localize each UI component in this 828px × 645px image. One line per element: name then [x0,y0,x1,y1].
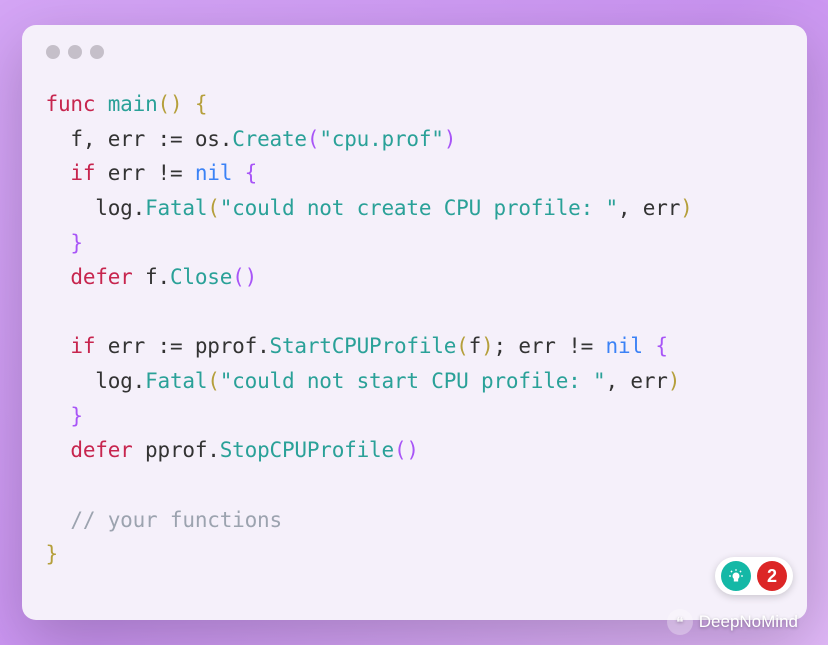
fn-fatal: Fatal [145,196,207,220]
traffic-dot-close [46,45,60,59]
errne: err != [95,161,195,185]
parens: () [158,92,183,116]
pprof: pprof [182,334,257,358]
bulb-icon [721,561,751,591]
dot: . [207,438,219,462]
dot: . [133,369,145,393]
assign: := [158,334,183,358]
comma-err: , err [618,196,680,220]
rparen: ) [444,127,456,151]
str-err1: "could not create CPU profile: " [220,196,618,220]
str-err2: "could not start CPU profile: " [220,369,606,393]
rbrace: } [46,231,83,255]
pprof: pprof [133,438,208,462]
lparen: ( [207,369,219,393]
kw-defer: defer [46,438,133,462]
notification-count: 2 [757,561,787,591]
lparen: ( [307,127,319,151]
lbrace: { [643,334,668,358]
rparen: ) [668,369,680,393]
os: os [182,127,219,151]
fn-stopcpu: StopCPUProfile [220,438,394,462]
dot: . [133,196,145,220]
traffic-lights [46,45,783,59]
lbrace: { [182,92,207,116]
kw-if: if [46,161,96,185]
watermark-logo-icon: ❝ [667,609,693,635]
rbrace: } [46,404,83,428]
parens: () [232,265,257,289]
rbrace-end: } [46,542,58,566]
code-content: func main() { f, err := os.Create("cpu.p… [46,87,783,572]
err: err [95,334,157,358]
fn-startcpu: StartCPUProfile [270,334,457,358]
semi-err: ; err != [494,334,606,358]
nil: nil [195,161,232,185]
traffic-dot-maximize [90,45,104,59]
rparen: ) [680,196,692,220]
lbrace: { [232,161,257,185]
fn-fatal: Fatal [145,369,207,393]
kw-defer: defer [46,265,133,289]
code-window: func main() { f, err := os.Create("cpu.p… [22,25,807,620]
lparen: ( [207,196,219,220]
log: log [46,369,133,393]
f: f [133,265,158,289]
comment: // your functions [46,508,282,532]
floating-badge[interactable]: 2 [715,557,793,595]
rparen: ) [481,334,493,358]
parens: () [394,438,419,462]
str-cpuprof: "cpu.prof" [319,127,443,151]
traffic-dot-minimize [68,45,82,59]
kw-func: func [46,92,96,116]
dot: . [220,127,232,151]
fn-create: Create [232,127,307,151]
lparen: ( [456,334,468,358]
watermark: ❝ DeepNoMind [667,609,798,635]
assign: := [158,127,183,151]
nil: nil [606,334,643,358]
fn-close: Close [170,265,232,289]
watermark-text: DeepNoMind [699,612,798,632]
dot: . [158,265,170,289]
dot: . [257,334,269,358]
fn-main: main [108,92,158,116]
idents: f, err [46,127,158,151]
kw-if: if [46,334,96,358]
f-arg: f [469,334,481,358]
log: log [46,196,133,220]
comma-err: , err [605,369,667,393]
